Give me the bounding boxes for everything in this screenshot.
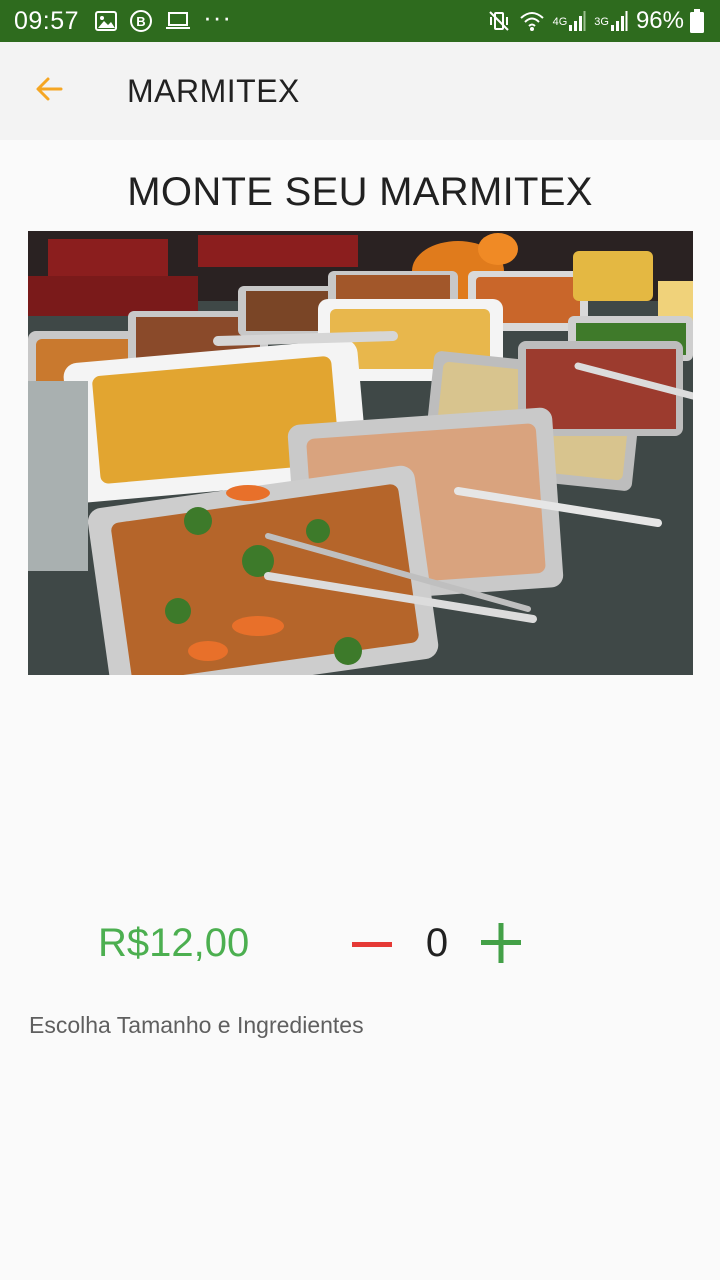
- signal-icon: [610, 10, 628, 32]
- decrease-quantity-button[interactable]: [350, 923, 394, 967]
- section-heading: MONTE SEU MARMITEX: [127, 170, 593, 214]
- image-icon: [95, 11, 118, 31]
- network-type-primary: 4G: [552, 16, 568, 28]
- signal-icon: [568, 10, 586, 32]
- status-bar: 09:57 B ··· 4G 3G 96%: [0, 0, 720, 42]
- page-title: MARMITEX: [127, 72, 300, 109]
- quantity-value: 0: [425, 921, 449, 965]
- status-bar-right: 4G 3G 96%: [487, 7, 704, 35]
- battery-percent: 96%: [635, 7, 684, 34]
- mute-vibrate-icon: [487, 9, 511, 33]
- more-icon: ···: [203, 1, 233, 32]
- status-bar-left: 09:57 B ···: [14, 2, 244, 36]
- price-quantity-row: R$12,00 0: [0, 915, 720, 977]
- increase-quantity-button[interactable]: [479, 922, 523, 968]
- network-type-secondary: 3G: [594, 16, 609, 28]
- battery-icon: [690, 9, 704, 33]
- b-circle-icon: B: [129, 9, 153, 33]
- minus-icon: [352, 936, 392, 954]
- arrow-left-icon: [34, 74, 64, 109]
- app-bar: MARMITEX: [0, 42, 720, 140]
- plus-icon: [481, 922, 521, 968]
- choose-size-ingredients-label[interactable]: Escolha Tamanho e Ingredientes: [29, 1012, 364, 1039]
- food-image: [28, 231, 693, 675]
- laptop-icon: [165, 11, 191, 31]
- wifi-icon: [519, 10, 545, 32]
- back-button[interactable]: [19, 61, 79, 121]
- svg-text:B: B: [136, 14, 145, 29]
- status-time: 09:57: [14, 6, 80, 35]
- price-label: R$12,00: [98, 921, 250, 965]
